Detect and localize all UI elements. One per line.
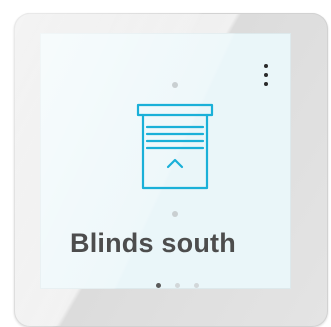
- scroll-down-indicator: [172, 211, 178, 217]
- tile-label: Blinds south: [70, 228, 236, 258]
- more-vertical-icon[interactable]: [256, 62, 276, 88]
- blinds-up-icon[interactable]: [135, 102, 215, 192]
- chevron-up-icon: [166, 158, 184, 169]
- menu-dot: [264, 82, 268, 86]
- page-dot-3[interactable]: [194, 283, 199, 288]
- page-dot-1[interactable]: [156, 283, 161, 288]
- menu-dot: [264, 73, 268, 77]
- blinds-headrail: [136, 103, 214, 117]
- page-indicator[interactable]: [156, 283, 199, 288]
- menu-dot: [264, 64, 268, 68]
- page-dot-2[interactable]: [175, 283, 180, 288]
- scroll-up-indicator: [172, 82, 178, 88]
